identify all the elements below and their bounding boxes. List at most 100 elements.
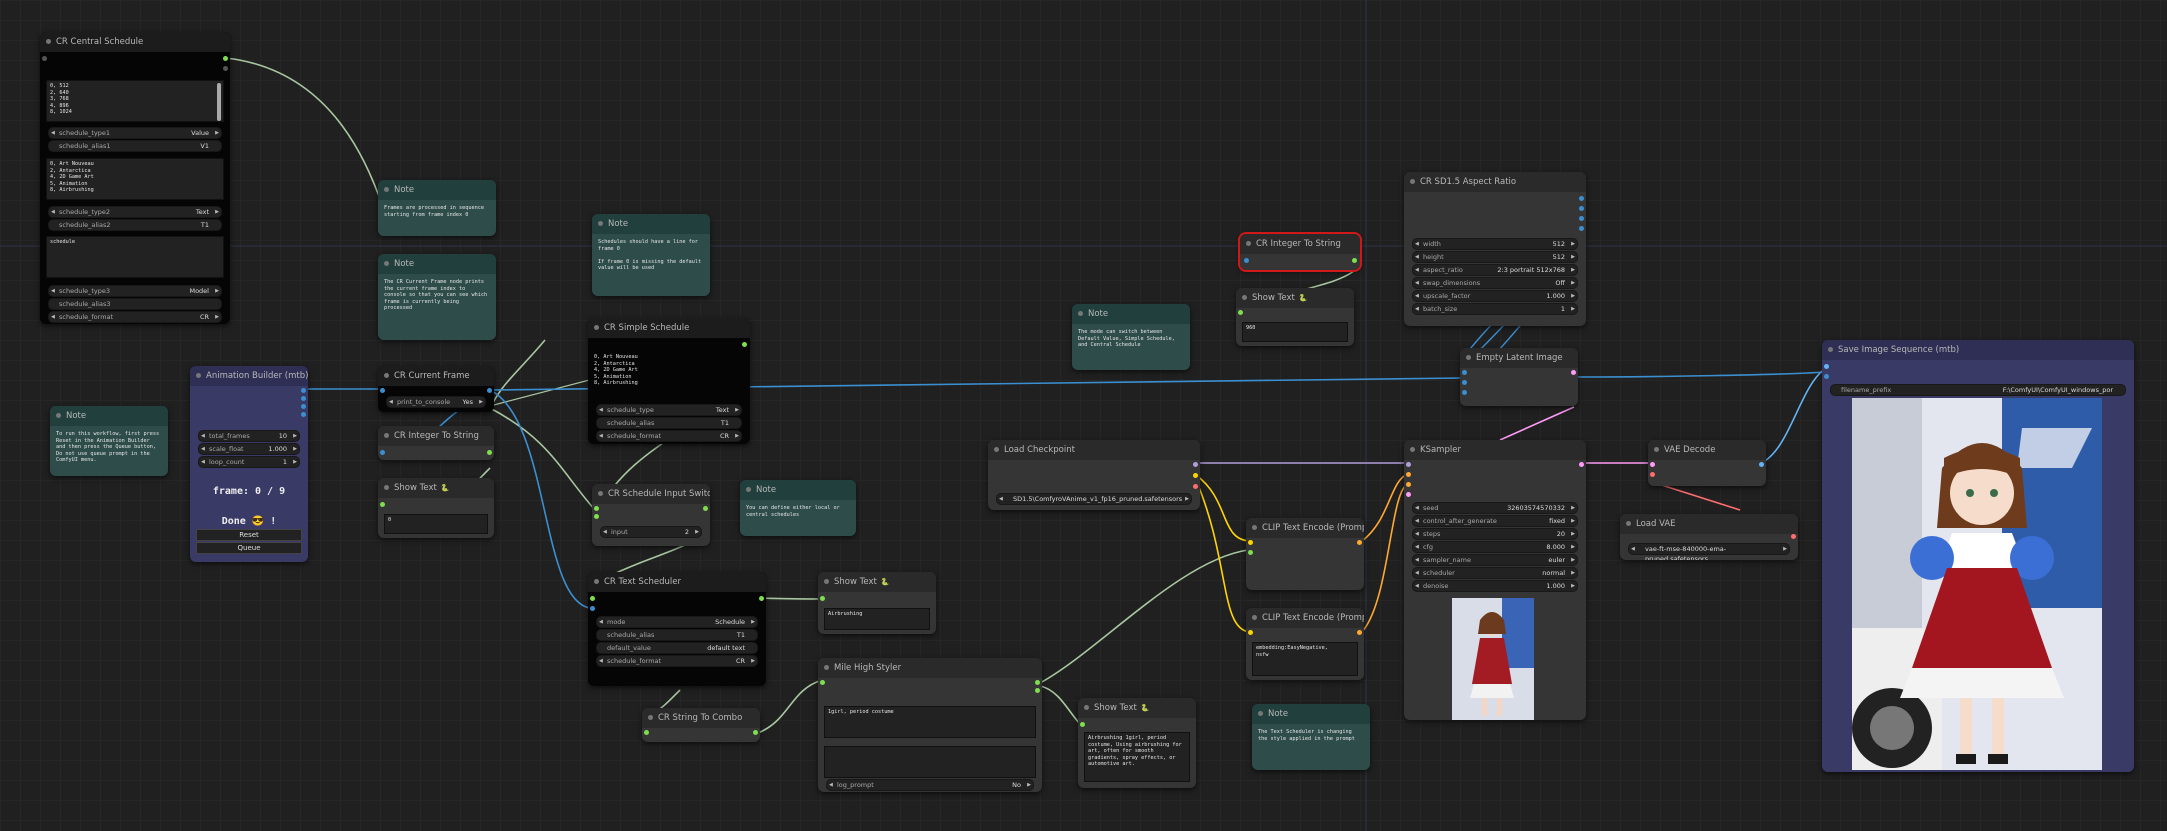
mode-widget[interactable]: modeSchedule — [596, 616, 758, 628]
node-show-text[interactable]: Show Text 🐍 Airbrushing — [818, 572, 936, 634]
input-slot-negative[interactable] — [1406, 482, 1411, 487]
schedule-format-widget[interactable]: schedule_formatCR — [48, 311, 222, 323]
input-slot[interactable] — [380, 388, 385, 393]
output-slot-vae[interactable] — [1193, 484, 1198, 489]
node-cr-central-schedule[interactable]: CR Central Schedule 0, 512 2, 640 3, 768… — [40, 32, 230, 324]
node-load-checkpoint[interactable]: Load Checkpoint SD1.5\ComfyroVAnime_v1_f… — [988, 440, 1200, 510]
node-cr-simple-schedule[interactable]: CR Simple Schedule 0, Art Nouveau 2, Ant… — [588, 318, 750, 444]
node-title[interactable]: CR SD1.5 Aspect Ratio — [1404, 172, 1586, 192]
node-title[interactable]: Show Text 🐍 — [818, 572, 936, 592]
scale-float-widget[interactable]: scale_float1.000 — [198, 443, 300, 455]
default-value-widget[interactable]: default_value default text — [596, 642, 758, 654]
output-slot[interactable] — [223, 56, 228, 61]
sampler-name-widget[interactable]: sampler_nameeuler — [1412, 554, 1578, 566]
input-slot[interactable] — [594, 506, 599, 511]
node-note-current-frame[interactable]: Note The CR Current Frame node prints th… — [378, 254, 496, 340]
input-slot[interactable] — [1238, 310, 1243, 315]
node-title[interactable]: CR Schedule Input Switch — [592, 484, 710, 504]
show-text-area[interactable]: Airbrushing — [824, 608, 930, 630]
input-slot[interactable] — [1462, 390, 1467, 395]
show-text-area[interactable]: 0 — [384, 514, 488, 534]
node-title[interactable]: Animation Builder (mtb) — [190, 366, 308, 386]
node-title[interactable]: Note — [1072, 304, 1190, 324]
node-title[interactable]: Load VAE — [1620, 514, 1798, 534]
vae-name-widget[interactable]: vae-ft-mse-840000-ema-pruned.safetensors — [1628, 543, 1790, 560]
node-title[interactable]: CLIP Text Encode (Prompt) — [1246, 608, 1364, 628]
output-slot[interactable] — [1579, 196, 1584, 201]
input-slot-model[interactable] — [1406, 462, 1411, 467]
input-slot[interactable] — [1244, 258, 1249, 263]
batch-size-widget[interactable]: batch_size1 — [1412, 303, 1578, 315]
output-slot[interactable] — [1791, 534, 1796, 539]
node-note-frames[interactable]: Note Frames are processed in sequence st… — [378, 180, 496, 236]
input-widget[interactable]: input2 — [600, 526, 702, 538]
node-load-vae[interactable]: Load VAE vae-ft-mse-840000-ema-pruned.sa… — [1620, 514, 1798, 560]
node-title[interactable]: Show Text 🐍 — [1236, 288, 1354, 308]
output-slot[interactable] — [487, 388, 492, 393]
scheduler-widget[interactable]: schedulernormal — [1412, 567, 1578, 579]
output-slot[interactable] — [1035, 680, 1040, 685]
input-slot[interactable] — [1824, 374, 1829, 379]
node-title[interactable]: CR Integer To String — [1240, 234, 1360, 254]
width-widget[interactable]: width512 — [1412, 238, 1578, 250]
node-title[interactable]: Show Text 🐍 — [1078, 698, 1196, 718]
schedule-alias2-widget[interactable]: schedule_alias2 T1 — [48, 219, 222, 231]
filename-prefix-widget[interactable]: filename_prefix F:\ComfyUI\ComfyUI_window… — [1830, 384, 2126, 396]
queue-button[interactable]: Queue — [196, 542, 302, 554]
node-title[interactable]: Save Image Sequence (mtb) — [1822, 340, 2134, 360]
node-clip-text-encode-negative[interactable]: CLIP Text Encode (Prompt) embedding:Easy… — [1246, 608, 1364, 680]
output-slot[interactable] — [1357, 630, 1362, 635]
node-title[interactable]: Mile High Styler — [818, 658, 1042, 678]
cfg-widget[interactable]: cfg8.000 — [1412, 541, 1578, 553]
input-slot[interactable] — [1824, 364, 1829, 369]
schedule-alias-widget[interactable]: schedule_alias T1 — [596, 417, 742, 429]
schedule2-textarea[interactable]: 0, Art Nouveau 2, Antarctica 4, 2D Game … — [46, 158, 224, 200]
input-slot[interactable] — [1080, 722, 1085, 727]
node-title[interactable]: Show Text 🐍 — [378, 478, 494, 498]
node-cr-sd15-aspect-ratio[interactable]: CR SD1.5 Aspect Ratio width512 height512… — [1404, 172, 1586, 326]
node-animation-builder[interactable]: Animation Builder (mtb) total_frames10 s… — [190, 366, 308, 562]
node-title[interactable]: CR Simple Schedule — [588, 318, 750, 338]
input-slot-samples[interactable] — [1650, 462, 1655, 467]
node-cr-schedule-input-switch[interactable]: CR Schedule Input Switch input2 — [592, 484, 710, 546]
node-title[interactable]: Empty Latent Image — [1460, 348, 1578, 368]
node-title[interactable]: Note — [378, 254, 496, 274]
input-slot[interactable] — [590, 606, 595, 611]
input-slot-positive[interactable] — [1406, 472, 1411, 477]
positive-prompt-textarea[interactable]: 1girl, period costume — [824, 706, 1036, 738]
node-title[interactable]: Note — [740, 480, 856, 500]
node-clip-text-encode-positive[interactable]: CLIP Text Encode (Prompt) — [1246, 518, 1364, 590]
input-slot[interactable] — [594, 514, 599, 519]
schedule-text[interactable]: 0, Art Nouveau 2, Antarctica 4, 2D Game … — [594, 354, 744, 387]
node-show-text[interactable]: Show Text 🐍 Airbrushing 1girl, period cos… — [1078, 698, 1196, 788]
node-title[interactable]: Note — [1252, 704, 1370, 724]
input-slot[interactable] — [380, 502, 385, 507]
output-slot[interactable] — [1579, 206, 1584, 211]
node-title[interactable]: Note — [378, 180, 496, 200]
output-slot[interactable] — [759, 596, 764, 601]
node-title[interactable]: CR Central Schedule — [40, 32, 230, 52]
node-empty-latent-image[interactable]: Empty Latent Image — [1460, 348, 1578, 406]
schedule-format-widget[interactable]: schedule_formatCR — [596, 655, 758, 667]
schedule3-textarea[interactable]: schedule — [46, 236, 224, 278]
output-slot[interactable] — [703, 506, 708, 511]
input-slot[interactable] — [1462, 380, 1467, 385]
schedule-alias-widget[interactable]: schedule_alias T1 — [596, 629, 758, 641]
output-slot[interactable] — [487, 450, 492, 455]
schedule-type3-widget[interactable]: schedule_type3Model — [48, 285, 222, 297]
node-note-workflow[interactable]: Note To run this workflow, first press R… — [50, 406, 168, 476]
total-frames-widget[interactable]: total_frames10 — [198, 430, 300, 442]
output-slot[interactable] — [1759, 462, 1764, 467]
output-slot[interactable] — [1579, 216, 1584, 221]
input-slot[interactable] — [644, 730, 649, 735]
output-slot[interactable] — [753, 730, 758, 735]
input-slot-text[interactable] — [1248, 550, 1253, 555]
node-title[interactable]: CR Current Frame — [378, 366, 494, 386]
output-slot[interactable] — [1579, 226, 1584, 231]
input-slot-vae[interactable] — [1650, 472, 1655, 477]
prompt-textarea[interactable]: embedding:EasyNegative, nsfw — [1252, 642, 1358, 676]
loop-count-widget[interactable]: loop_count1 — [198, 456, 300, 468]
input-slot[interactable] — [1462, 370, 1467, 375]
steps-widget[interactable]: steps20 — [1412, 528, 1578, 540]
schedule-type1-widget[interactable]: schedule_type1Value — [48, 127, 222, 139]
